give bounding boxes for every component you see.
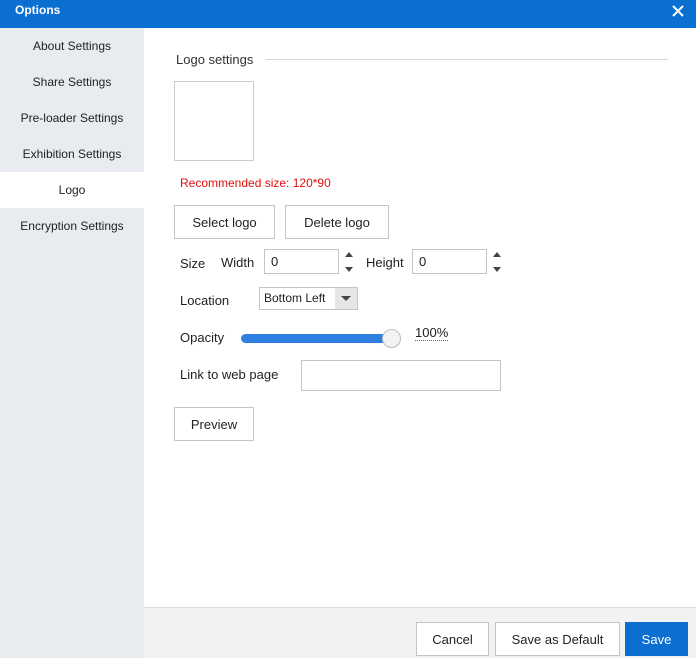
opacity-value: 100%: [415, 325, 449, 341]
preview-button[interactable]: Preview: [174, 407, 254, 441]
location-label: Location: [180, 293, 230, 308]
location-selected-value: Bottom Left: [264, 291, 326, 305]
spinner-arrows-icon: [493, 252, 501, 272]
spinner-arrows-icon: [345, 252, 353, 272]
width-input[interactable]: [264, 249, 339, 274]
sidebar: About Settings Share Settings Pre-loader…: [0, 28, 144, 658]
width-spinner[interactable]: [343, 249, 355, 275]
cancel-button[interactable]: Cancel: [416, 622, 489, 656]
sidebar-item-logo[interactable]: Logo: [0, 172, 144, 208]
opacity-slider-thumb[interactable]: [382, 329, 401, 348]
logo-preview-box: [174, 81, 254, 161]
select-logo-button[interactable]: Select logo: [174, 205, 275, 239]
section-title: Logo settings: [176, 52, 254, 67]
height-label: Height: [366, 255, 404, 270]
sidebar-item-encryption-settings[interactable]: Encryption Settings: [0, 208, 144, 244]
close-icon[interactable]: [670, 0, 686, 22]
size-label: Size: [180, 256, 206, 271]
footer-bar: Cancel Save as Default Save: [144, 607, 696, 658]
link-label: Link to web page: [180, 367, 279, 382]
height-input[interactable]: [412, 249, 487, 274]
section-divider: [266, 59, 668, 60]
height-spinner[interactable]: [491, 249, 503, 275]
sidebar-item-exhibition-settings[interactable]: Exhibition Settings: [0, 136, 144, 172]
sidebar-item-share-settings[interactable]: Share Settings: [0, 64, 144, 100]
location-select[interactable]: Bottom Left: [259, 287, 358, 310]
opacity-slider-track: [241, 334, 393, 343]
width-label: Width: [221, 255, 255, 270]
window-title: Options: [15, 3, 61, 17]
title-bar: Options: [0, 0, 696, 28]
opacity-label: Opacity: [180, 330, 225, 345]
sidebar-item-about-settings[interactable]: About Settings: [0, 28, 144, 64]
logo-settings-panel: Logo settings Recommended size: 120*90 S…: [144, 28, 696, 608]
save-button[interactable]: Save: [625, 622, 688, 656]
sidebar-item-preloader-settings[interactable]: Pre-loader Settings: [0, 100, 144, 136]
save-as-default-button[interactable]: Save as Default: [495, 622, 620, 656]
opacity-slider[interactable]: [241, 329, 411, 348]
delete-logo-button[interactable]: Delete logo: [285, 205, 389, 239]
chevron-down-icon[interactable]: [335, 288, 357, 309]
recommended-size-text: Recommended size: 120*90: [180, 176, 331, 190]
link-input[interactable]: [301, 360, 501, 391]
